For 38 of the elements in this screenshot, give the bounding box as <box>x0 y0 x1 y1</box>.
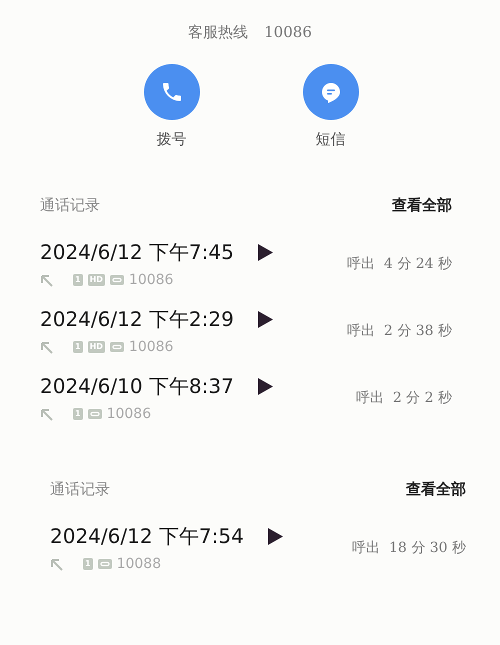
hotline-number: 10086 <box>264 23 312 42</box>
play-icon[interactable] <box>258 378 273 395</box>
call-number: 10086 <box>128 339 174 355</box>
hd-icon: HD <box>88 274 105 286</box>
sim-icon: 1 <box>73 408 83 420</box>
volte-icon <box>88 409 102 419</box>
sim-icon: 1 <box>83 558 93 570</box>
outgoing-arrow-icon <box>40 274 53 286</box>
call-time: 2024/6/12 下午7:54 <box>50 523 244 550</box>
call-time: 2024/6/12 下午2:29 <box>40 306 234 333</box>
hotline-label: 客服热线 <box>188 23 248 42</box>
outgoing-arrow-icon <box>40 408 53 420</box>
action-label: 短信 <box>316 130 346 149</box>
view-all-link[interactable]: 查看全部 <box>406 480 466 499</box>
play-icon[interactable] <box>258 244 273 261</box>
play-icon[interactable] <box>258 311 273 328</box>
view-all-link[interactable]: 查看全部 <box>392 196 452 215</box>
outgoing-arrow-icon <box>50 558 63 570</box>
call-duration: 呼出 2 分 2 秒 <box>356 388 452 406</box>
call-time: 2024/6/10 下午8:37 <box>40 373 234 400</box>
volte-icon <box>110 342 124 352</box>
hd-icon: HD <box>88 341 105 353</box>
volte-icon <box>110 275 124 285</box>
section-title: 通话记录 <box>50 480 110 499</box>
call-duration: 呼出 18 分 30 秒 <box>352 538 466 556</box>
sim-icon: 1 <box>73 274 83 286</box>
action-label: 拨号 <box>156 130 186 149</box>
call-number: 10086 <box>128 272 174 288</box>
sim-icon: 1 <box>73 341 83 353</box>
play-icon[interactable] <box>268 528 283 545</box>
section-title: 通话记录 <box>40 196 100 215</box>
volte-icon <box>98 559 112 569</box>
outgoing-arrow-icon <box>40 340 53 354</box>
call-number: 10086 <box>106 406 152 422</box>
call-duration: 呼出 4 分 24 秒 <box>347 254 452 272</box>
call-time: 2024/6/12 下午7:45 <box>40 239 234 266</box>
call-number: 10088 <box>116 556 162 572</box>
call-duration: 呼出 2 分 38 秒 <box>347 322 452 340</box>
